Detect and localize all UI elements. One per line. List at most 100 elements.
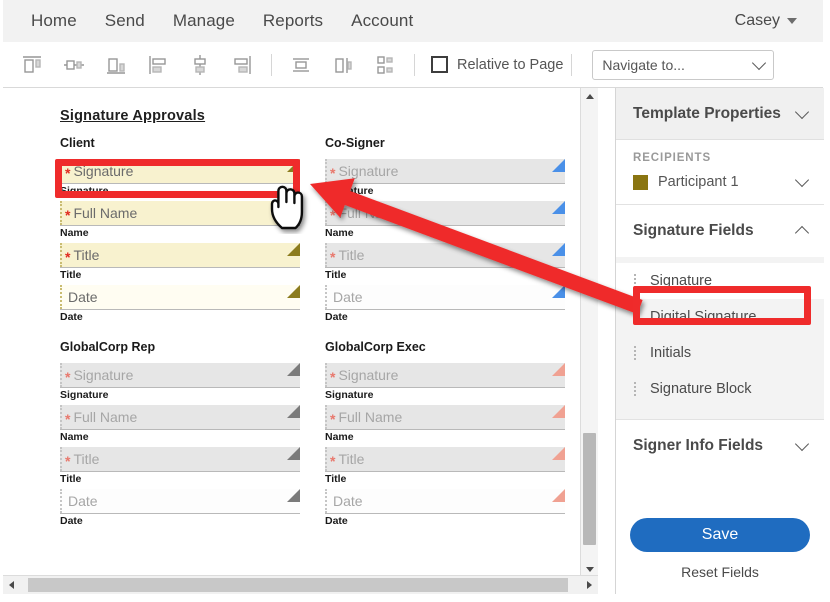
form-field-globalcorp-rep-name[interactable]: * Full Name (60, 405, 300, 430)
recipient-participant-1[interactable]: Participant 1 (633, 172, 810, 190)
align-center-icon[interactable] (185, 50, 215, 80)
match-size-icon[interactable] (370, 50, 400, 80)
field-caption: Name (325, 431, 354, 443)
drag-grip-icon[interactable] (634, 346, 639, 360)
triangle-right-icon (587, 581, 592, 589)
document-canvas[interactable]: Signature Approvals Client * Signature Sign… (3, 88, 598, 578)
template-properties-header[interactable]: Template Properties (616, 88, 824, 140)
save-button[interactable]: Save (630, 518, 810, 552)
chevron-down-icon (794, 436, 810, 452)
form-field-wrapper: * Signature Signature (60, 159, 300, 197)
alignment-toolbar: Relative to Page Navigate to... (3, 42, 823, 88)
form-field-client-title[interactable]: * Title (60, 243, 300, 268)
signature-field-item-digital-signature[interactable]: Digital Signature (616, 299, 824, 335)
form-field-globalcorp-exec-date[interactable]: Date (325, 489, 565, 514)
nav-account[interactable]: Account (337, 0, 427, 42)
form-field-co-signer-title[interactable]: * Title (325, 243, 565, 268)
relative-to-page-checkbox[interactable]: Relative to Page (431, 56, 563, 73)
field-corner-marker-icon (552, 363, 565, 376)
distribute-horizontal-icon[interactable] (286, 50, 316, 80)
field-placeholder-text: Title (338, 451, 365, 467)
signer-info-fields-header[interactable]: Signer Info Fields (616, 420, 824, 472)
form-field-wrapper: * Signature Signature (325, 363, 565, 401)
field-caption: Signature (325, 389, 374, 401)
navigate-to-select[interactable]: Navigate to... (592, 49, 775, 80)
application-window: Home Send Manage Reports Account Casey R… (0, 0, 830, 602)
field-column-globalcorp-rep: GlobalCorp Rep * Signature Signature * Full N… (60, 340, 300, 531)
field-corner-marker-icon (552, 201, 565, 214)
distribute-vertical-icon[interactable] (328, 50, 358, 80)
field-caption: Date (60, 311, 83, 323)
field-placeholder-text: Signature (73, 367, 134, 383)
account-menu[interactable]: Casey (735, 0, 797, 42)
field-corner-marker-icon (552, 243, 565, 256)
vertical-scroll-thumb[interactable] (583, 433, 596, 545)
align-bottom-icon[interactable] (101, 50, 131, 80)
template-properties-label: Template Properties (633, 104, 781, 122)
form-field-globalcorp-exec-title[interactable]: * Title (325, 447, 565, 472)
signature-field-list: Signature Digital Signature Initials Signat… (616, 257, 824, 419)
field-column-co-signer: Co-Signer * Signature Signature * Full Name Na… (325, 136, 565, 327)
form-field-globalcorp-exec-signature[interactable]: * Signature (325, 363, 565, 388)
field-placeholder-text: Signature (73, 163, 134, 179)
form-field-globalcorp-rep-signature[interactable]: * Signature (60, 363, 300, 388)
align-middle-horizontal-icon[interactable] (59, 50, 89, 80)
scroll-up-button[interactable] (581, 88, 598, 105)
field-corner-marker-icon (552, 159, 565, 172)
field-corner-marker-icon (287, 405, 300, 418)
form-field-wrapper: * Title Title (60, 447, 300, 485)
signature-field-item-signature-block[interactable]: Signature Block (616, 371, 824, 407)
signature-field-item-initials[interactable]: Initials (616, 335, 824, 371)
horizontal-scroll-thumb[interactable] (28, 578, 568, 592)
field-placeholder-text: Signature (338, 367, 399, 383)
nav-send[interactable]: Send (91, 0, 159, 42)
reset-fields-link[interactable]: Reset Fields (616, 564, 824, 580)
chevron-down-icon (794, 104, 810, 119)
form-field-globalcorp-exec-name[interactable]: * Full Name (325, 405, 565, 430)
form-field-client-signature[interactable]: * Signature (60, 159, 300, 184)
form-field-wrapper: * Title Title (325, 243, 565, 281)
form-field-client-name[interactable]: * Full Name (60, 201, 300, 226)
field-column-title: GlobalCorp Rep (60, 340, 156, 354)
form-field-client-date[interactable]: Date (60, 285, 300, 310)
form-field-wrapper: * Full Name Name (325, 405, 565, 443)
align-right-icon[interactable] (227, 50, 257, 80)
field-column-client: Client * Signature Signature * Full Name Name *… (60, 136, 300, 327)
toolbar-divider-1 (271, 53, 272, 76)
drag-grip-icon[interactable] (634, 382, 639, 396)
document-heading: Signature Approvals (60, 108, 206, 124)
field-placeholder-text: Full Name (73, 409, 138, 425)
signature-field-item-label: Signature (650, 273, 713, 289)
signature-fields-header[interactable]: Signature Fields (616, 205, 824, 257)
chevron-down-icon (787, 18, 797, 24)
right-properties-panel: Template Properties RECIPIENTS Participa… (615, 88, 824, 594)
form-field-globalcorp-rep-date[interactable]: Date (60, 489, 300, 514)
form-field-wrapper: Date Date (325, 285, 565, 323)
horizontal-scrollbar[interactable] (3, 575, 598, 594)
field-corner-marker-icon (287, 363, 300, 376)
form-field-co-signer-signature[interactable]: * Signature (325, 159, 565, 184)
field-caption: Name (325, 227, 354, 239)
align-left-icon[interactable] (143, 50, 173, 80)
form-field-wrapper: * Full Name Name (60, 201, 300, 239)
form-field-co-signer-name[interactable]: * Full Name (325, 201, 565, 226)
drag-grip-icon[interactable] (634, 274, 639, 288)
vertical-scrollbar[interactable] (580, 88, 598, 578)
form-field-co-signer-date[interactable]: Date (325, 285, 565, 310)
checkbox-box-icon (431, 56, 448, 73)
align-top-icon[interactable] (17, 50, 47, 80)
nav-home[interactable]: Home (17, 0, 91, 42)
field-caption: Title (60, 269, 82, 281)
scroll-left-button[interactable] (3, 576, 20, 594)
top-navigation-bar: Home Send Manage Reports Account Casey (3, 0, 823, 43)
scroll-right-button[interactable] (581, 576, 598, 594)
toolbar-divider-2 (414, 53, 415, 76)
signature-fields-label: Signature Fields (633, 222, 754, 239)
signature-field-item-label: Initials (650, 345, 692, 361)
form-field-globalcorp-rep-title[interactable]: * Title (60, 447, 300, 472)
signature-field-item-signature[interactable]: Signature (616, 263, 824, 299)
drag-grip-icon[interactable] (634, 310, 639, 324)
field-caption: Title (60, 473, 82, 485)
nav-manage[interactable]: Manage (159, 0, 249, 42)
nav-reports[interactable]: Reports (249, 0, 337, 42)
